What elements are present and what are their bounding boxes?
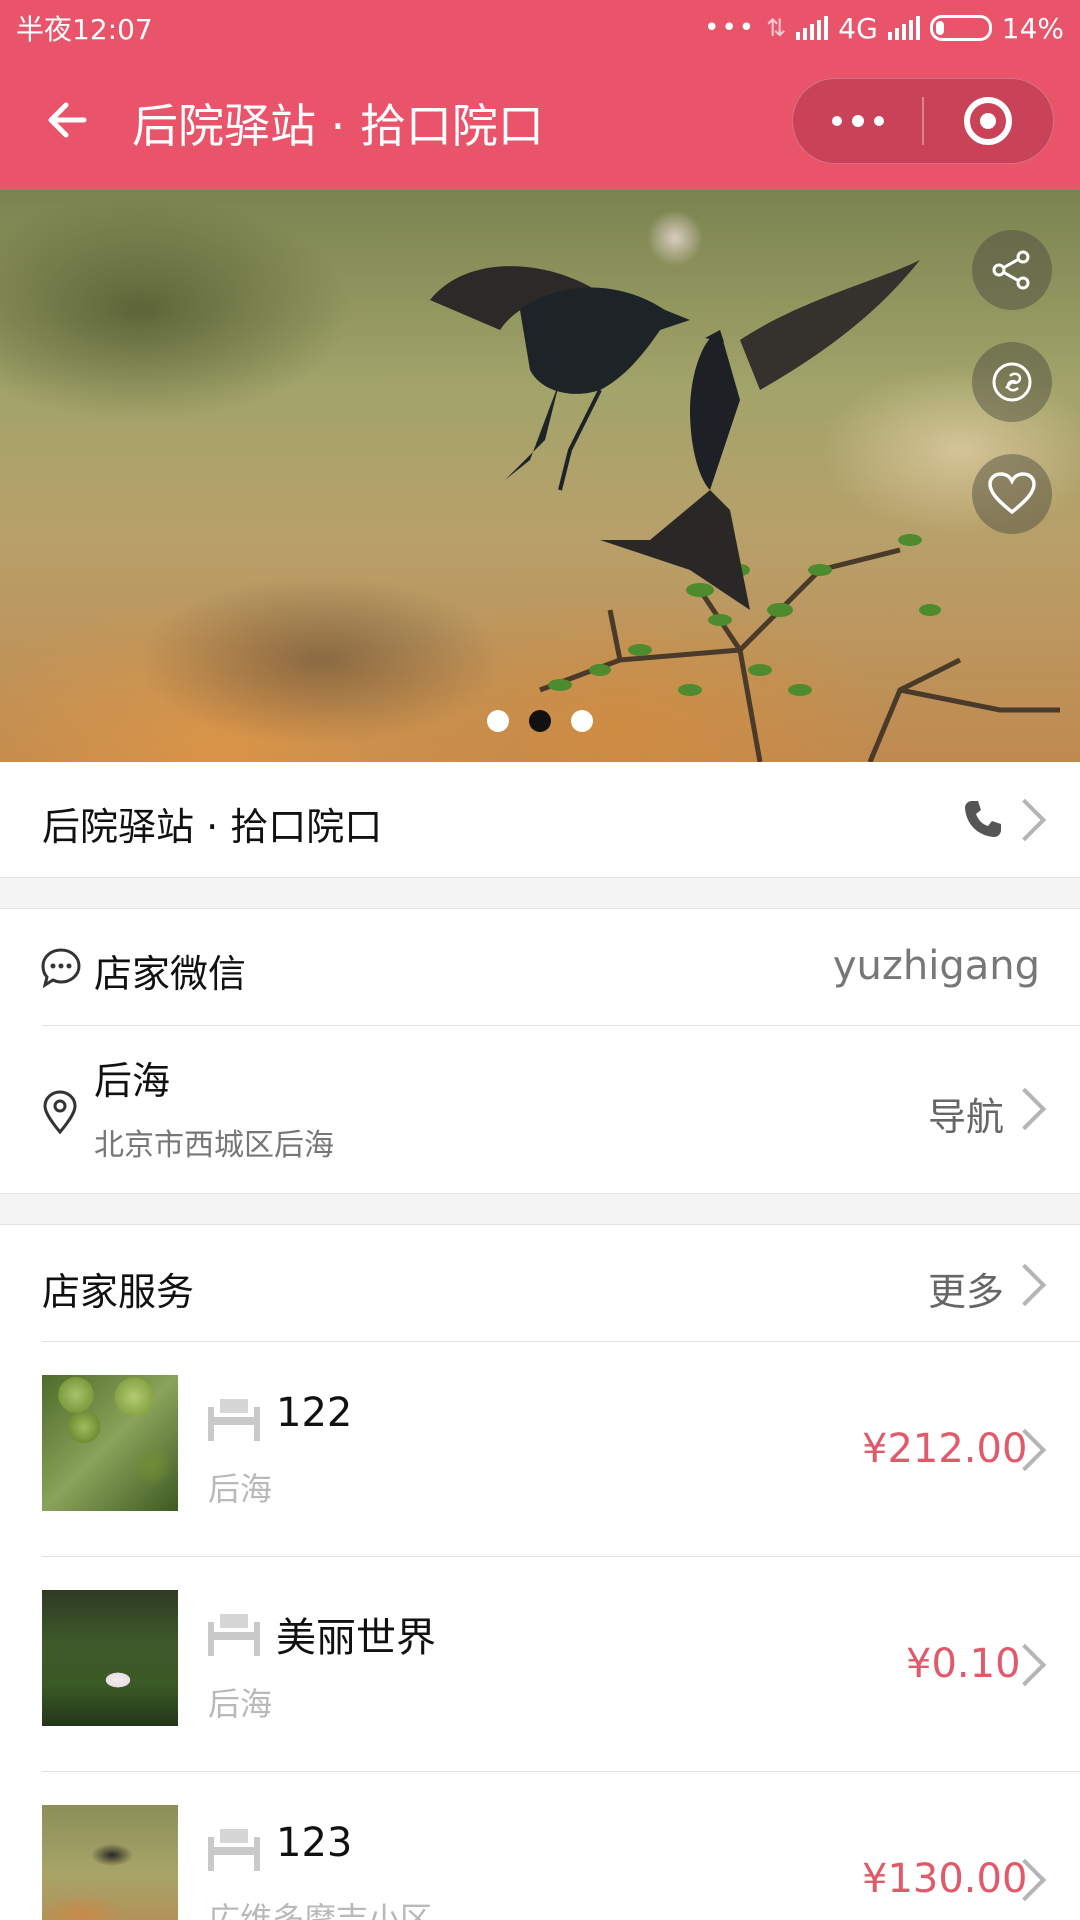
- shop-name-row[interactable]: 后院驿站 · 拾口院口: [0, 762, 1080, 878]
- chat-bubble-icon: [40, 947, 82, 989]
- wechat-row[interactable]: 店家微信 yuzhigang: [0, 909, 1080, 1025]
- wechat-id: yuzhigang: [832, 943, 1040, 989]
- top-bar: 半夜12:07 ••• ⇅ 4G 14% 后院驿站 · 拾口院口: [0, 0, 1080, 190]
- bed-icon: [208, 1614, 260, 1656]
- services-title: 店家服务: [42, 1270, 195, 1314]
- close-miniprogram-icon[interactable]: [924, 78, 1053, 164]
- network-type: 4G: [838, 11, 878, 45]
- location-address: 北京市西城区后海: [94, 1128, 334, 1163]
- status-time: 半夜12:07: [16, 13, 153, 46]
- shop-name: 后院驿站 · 拾口院口: [42, 805, 383, 849]
- service-price: ¥212.00: [862, 1426, 1028, 1472]
- banner-photo: [430, 260, 1060, 762]
- service-location: 后海: [208, 1470, 273, 1508]
- more-link[interactable]: 更多: [928, 1261, 1004, 1316]
- bed-icon: [208, 1829, 260, 1871]
- contact-section: 店家微信 yuzhigang 后海 北京市西城区后海 导航: [0, 908, 1080, 1194]
- miniprogram-capsule: [792, 78, 1054, 164]
- carousel-dot-active[interactable]: [529, 710, 551, 732]
- page-title: 后院驿站 · 拾口院口: [132, 99, 544, 153]
- share-icon[interactable]: [972, 230, 1052, 310]
- signal-icon: [796, 16, 829, 40]
- navigate-label[interactable]: 导航: [928, 1086, 1004, 1141]
- service-name: 美丽世界: [276, 1615, 436, 1661]
- signal-icon-2: [887, 16, 920, 40]
- data-transfer-icon: ⇅: [766, 14, 787, 42]
- service-name: 123: [276, 1820, 353, 1866]
- carousel-dot[interactable]: [487, 710, 509, 732]
- service-thumbnail: [42, 1375, 178, 1511]
- favorite-heart-icon[interactable]: [972, 454, 1052, 534]
- location-row[interactable]: 后海 北京市西城区后海 导航: [0, 1026, 1080, 1194]
- wechat-label: 店家微信: [94, 952, 247, 996]
- back-arrow-icon[interactable]: [40, 92, 96, 148]
- battery-level: 14%: [1001, 11, 1064, 45]
- photo-carousel[interactable]: [0, 190, 1080, 762]
- service-location: 広维多摩吉小区: [208, 1900, 433, 1920]
- chevron-right-icon: [1003, 1087, 1047, 1131]
- status-bar: 半夜12:07 ••• ⇅ 4G 14%: [0, 0, 1080, 56]
- nav-bar: 后院驿站 · 拾口院口: [0, 70, 1080, 170]
- service-thumbnail: [42, 1590, 178, 1726]
- service-name: 122: [276, 1390, 353, 1436]
- status-indicators: ••• ⇅ 4G 14%: [704, 12, 1064, 45]
- link-icon[interactable]: [972, 342, 1052, 422]
- services-section: 店家服务 更多 122 后海 ¥212.00 美丽世界 后海 ¥0.10 123…: [0, 1224, 1080, 1920]
- location-pin-icon: [42, 1090, 78, 1135]
- notification-dots-icon: •••: [704, 13, 757, 43]
- phone-icon[interactable]: [962, 798, 1004, 840]
- service-location: 后海: [208, 1685, 273, 1723]
- more-options-icon[interactable]: [793, 78, 922, 164]
- location-name: 后海: [94, 1059, 171, 1103]
- carousel-indicator: [0, 710, 1080, 736]
- service-thumbnail: [42, 1805, 178, 1920]
- service-item[interactable]: 122 后海 ¥212.00: [0, 1342, 1080, 1556]
- carousel-dot[interactable]: [571, 710, 593, 732]
- service-item[interactable]: 美丽世界 后海 ¥0.10: [0, 1557, 1080, 1771]
- chevron-right-icon: [1003, 798, 1047, 842]
- services-header[interactable]: 店家服务 更多: [0, 1225, 1080, 1341]
- chevron-right-icon: [1003, 1263, 1047, 1307]
- service-item[interactable]: 123 広维多摩吉小区 ¥130.00: [0, 1772, 1080, 1920]
- battery-icon: [929, 15, 992, 41]
- service-price: ¥130.00: [862, 1856, 1028, 1902]
- bed-icon: [208, 1399, 260, 1441]
